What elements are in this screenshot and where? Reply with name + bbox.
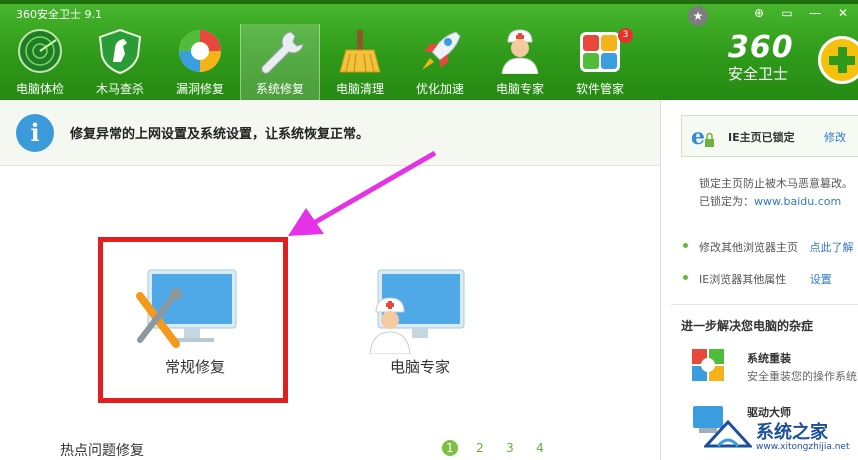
nav-item-vuln-fix[interactable]: 漏洞修复 xyxy=(160,24,240,100)
right-panel: e IE主页已锁定 修改 锁定主页防止被木马恶意篡改。 已锁定为：www.bai… xyxy=(660,100,858,460)
other-browser-row: 修改其他浏览器主页 点此了解 xyxy=(699,239,854,255)
other-browser-text: 修改其他浏览器主页 xyxy=(699,241,798,254)
reinstall-name: 系统重装 xyxy=(747,352,791,365)
logo-number: 360 xyxy=(728,30,794,65)
homepage-lock-card: e IE主页已锁定 修改 xyxy=(681,115,858,157)
page-4[interactable]: 4 xyxy=(532,440,548,456)
divider xyxy=(671,304,858,305)
bullet-icon xyxy=(683,243,688,248)
highlight-box xyxy=(98,237,288,403)
learn-more-link[interactable]: 点此了解 xyxy=(810,241,854,254)
reinstall-icon xyxy=(692,349,724,381)
minimize-button[interactable]: — xyxy=(806,6,824,20)
locked-url-link[interactable]: www.baidu.com xyxy=(754,195,841,208)
skin-button[interactable]: ⊕ xyxy=(750,6,768,20)
lock-desc: 锁定主页防止被木马恶意篡改。 xyxy=(699,177,853,190)
nav-item-software-manager[interactable]: 3 软件管家 xyxy=(560,24,640,100)
watermark-text: 系统之家 xyxy=(756,422,828,443)
plus-logo-icon xyxy=(818,36,858,84)
locked-prefix: 已锁定为： xyxy=(699,195,754,208)
app-title: 360安全卫士 9.1 xyxy=(16,8,102,21)
watermark-logo-icon xyxy=(704,420,752,448)
top-strip xyxy=(0,0,858,4)
close-button[interactable]: ✕ xyxy=(834,6,852,20)
page-3[interactable]: 3 xyxy=(502,440,518,456)
nav-label: 软件管家 xyxy=(575,82,624,96)
broom-icon xyxy=(339,30,381,73)
doctor-icon xyxy=(501,29,539,74)
nav-item-checkup[interactable]: 电脑体检 xyxy=(0,24,80,100)
section-title: 进一步解决您电脑的杂症 xyxy=(681,319,814,333)
info-icon: i xyxy=(16,114,54,152)
nav-item-cleanup[interactable]: 电脑清理 xyxy=(320,24,400,100)
bullet-icon xyxy=(683,275,688,280)
nav-label: 漏洞修复 xyxy=(175,82,224,96)
main-toolbar: 360安全卫士 9.1 ★ ⊕ ▭ — ✕ 电脑体检 木马查杀 漏洞修复 系统修… xyxy=(0,0,858,100)
lock-title: IE主页已锁定 xyxy=(728,131,795,144)
ie-props-row: IE浏览器其他属性 设置 xyxy=(699,271,832,287)
star-icon[interactable]: ★ xyxy=(688,6,708,26)
nav-item-system-repair[interactable]: 系统修复 xyxy=(240,24,320,100)
horse-shield-icon xyxy=(98,28,142,74)
logo-name: 安全卫士 xyxy=(728,65,789,83)
info-text: 修复异常的上网设置及系统设置，让系统恢复正常。 xyxy=(70,127,370,142)
badge: 3 xyxy=(618,28,633,43)
pointer-arrow-icon xyxy=(288,150,437,236)
page-1[interactable]: 1 xyxy=(442,440,458,456)
main-nav: 电脑体检 木马查杀 漏洞修复 系统修复 电脑清理 优化加速 电脑专家 3 软件管… xyxy=(0,24,640,100)
nav-label: 电脑专家 xyxy=(495,82,544,96)
pc-expert-label: 电脑专家 xyxy=(389,358,450,376)
nav-item-speedup[interactable]: 优化加速 xyxy=(400,24,480,100)
ie-lock-icon: e xyxy=(691,124,714,150)
patch-globe-icon xyxy=(179,30,221,72)
reinstall-desc: 安全重装您的操作系统 xyxy=(747,370,857,383)
locked-url-row: 已锁定为：www.baidu.com xyxy=(699,193,841,209)
monitor-doctor-icon xyxy=(369,269,465,354)
nav-item-pc-expert[interactable]: 电脑专家 xyxy=(480,24,560,100)
hot-issues-title: 热点问题修复 xyxy=(60,443,144,459)
nav-label: 优化加速 xyxy=(415,82,464,96)
pc-expert-tool[interactable]: 电脑专家 xyxy=(340,262,500,392)
ie-props-text: IE浏览器其他属性 xyxy=(699,273,787,286)
rocket-icon xyxy=(422,31,461,70)
menu-button[interactable]: ▭ xyxy=(778,6,796,20)
nav-label: 电脑体检 xyxy=(15,82,64,96)
nav-label: 电脑清理 xyxy=(335,82,384,96)
wrench-icon xyxy=(261,31,304,74)
software-grid-icon xyxy=(580,32,620,72)
lock-edit-link[interactable]: 修改 xyxy=(824,129,846,145)
nav-label: 木马查杀 xyxy=(95,82,144,96)
nav-label: 系统修复 xyxy=(255,82,304,96)
settings-link[interactable]: 设置 xyxy=(810,273,832,286)
nav-item-trojan-scan[interactable]: 木马查杀 xyxy=(80,24,160,100)
page-2[interactable]: 2 xyxy=(472,440,488,456)
pager: 1 2 3 4 xyxy=(442,440,548,456)
brand-logo: 360 安全卫士 xyxy=(728,30,794,84)
radar-icon xyxy=(18,29,62,73)
watermark-url: www.xitongzhijia.net xyxy=(756,442,850,452)
window-controls: ⊕ ▭ — ✕ xyxy=(750,6,852,20)
watermark: 系统之家 www.xitongzhijia.net xyxy=(700,416,858,452)
svg-text:e: e xyxy=(691,124,705,150)
